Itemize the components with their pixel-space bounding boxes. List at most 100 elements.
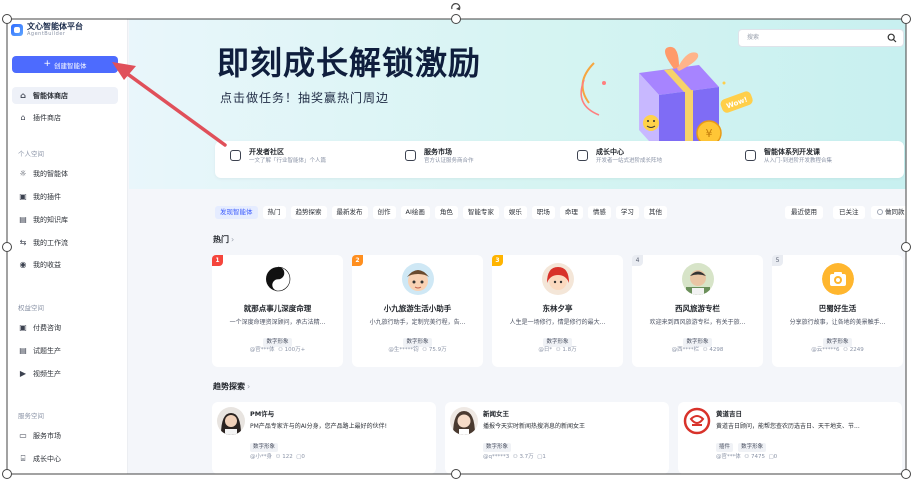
resize-handle[interactable] [2,14,12,24]
create-agent-button[interactable]: + 创建智能体 [12,56,118,73]
woman-avatar [217,407,245,435]
filter-creation[interactable]: 创作 [372,206,396,219]
filter-trend[interactable]: 趋势探索 [290,206,327,219]
hot-card[interactable]: 2 小九旅游生活小助手 小九旅行助手，定制完美行程，告... 数字形象 @生**… [352,255,483,367]
agent-desc: PM产品专家许与的AI分身，您产品路上最好的伙伴! [250,423,388,430]
income-icon: ◉ [19,259,27,269]
filter-hot[interactable]: 热门 [262,206,286,219]
filter-discover[interactable]: 发现智能体 [215,206,258,219]
agent-author: @官***体 [249,347,275,353]
feature-desc: 从入门-到进阶开发教程合集 [764,158,832,164]
sidebar-item-my-agents[interactable]: ☼ 我的智能体 [12,165,118,182]
agent-author: @日* [538,347,553,353]
filter-ai-painting[interactable]: AI绘画 [400,206,430,219]
section-trend-title[interactable]: 趋势探索 › [213,381,250,392]
resize-handle[interactable] [901,14,911,24]
sidebar-item-my-income[interactable]: ◉ 我的收益 [12,256,118,273]
resize-handle[interactable] [901,469,911,479]
logo-icon [11,23,23,36]
filter-role[interactable]: 角色 [434,206,458,219]
promo-banner[interactable]: 即刻成长解锁激励 点击做任务！抽奖赢热门周边 ¥ Wow! 搜索 开发者社区 一… [129,19,906,189]
main-content: 即刻成长解锁激励 点击做任务！抽奖赢热门周边 ¥ Wow! 搜索 开发者社区 一… [129,19,906,474]
sort-followed[interactable]: 已关注 [833,206,865,219]
boy-avatar [401,263,434,295]
sidebar-item-service-market[interactable]: ▭ 服务市场 [12,427,118,444]
filter-expert[interactable]: 智能专家 [462,206,499,219]
agent-desc: 播报今天实时新闻热搜消息的新闻女王 [483,423,586,430]
filter-fortune[interactable]: 命理 [559,206,583,219]
sidebar-item-growth-center[interactable]: ⌸ 成长中心 [12,450,118,467]
section-title-service: 服务空间 [18,412,44,420]
sidebar-item-label: 服务市场 [33,431,61,440]
user-icon: ⚇ [422,347,428,353]
feature-developer-community[interactable]: 开发者社区 一文了解「行业智能体」个人篇 [230,148,326,166]
logo[interactable]: 文心智能体平台 AgentBuilder [11,22,83,37]
feature-growth-center[interactable]: 成长中心 开发者一站式进阶成长阵地 [577,148,662,166]
only-same-toggle[interactable]: 做同款 [871,206,906,219]
sidebar-item-label: 智能体商店 [33,91,68,100]
resize-handle[interactable] [451,14,461,24]
filter-workplace[interactable]: 职场 [531,206,555,219]
agent-author: @云*****6 [811,347,840,353]
filter-latest[interactable]: 最新发布 [331,206,368,219]
filter-emotion[interactable]: 情感 [587,206,611,219]
hot-card[interactable]: 4 西风旅游专栏 欢迎来到西风旅游专栏，有关于旅... 数字形象 @西****栏… [632,255,763,367]
hot-card[interactable]: 1 就那点事儿深度命理 一个深度命理资深顾问，承古法精... 数字形象 @官**… [212,255,343,367]
store-icon: ⌂ [20,90,26,100]
sidebar-item-label: 我的收益 [33,260,61,269]
user-icon: ⚇ [275,454,281,460]
yinyang-avatar [261,263,294,295]
service-icon [405,150,416,161]
agent-tag: 数字形象 [250,443,279,452]
rank-badge: 4 [632,255,643,266]
sidebar-item-plugin-store[interactable]: ⌂ 插件商店 [12,109,118,126]
section-hot-label: 热门 [213,235,229,244]
agent-users: 2249 [849,347,864,353]
agent-users: 75.9万 [428,347,447,353]
sidebar-item-my-workflow[interactable]: ⇆ 我的工作流 [12,234,118,251]
resize-handle[interactable] [451,469,461,479]
agent-meta: @官***体 ⚇ 7475 ▢0 [716,452,777,460]
feature-title: 开发者社区 [249,148,284,156]
sort-recent[interactable]: 最近使用 [785,206,823,219]
knowledge-icon: ▤ [19,214,27,224]
sidebar-item-my-knowledge[interactable]: ▤ 我的知识库 [12,211,118,228]
feature-dev-course[interactable]: 智能体系列开发课 从入门-到进阶开发教程合集 [745,148,832,166]
hot-card[interactable]: 3 东林夕亭 人生是一场修行，情是修行的最大... 数字形象 @日* ⚇ 1.8… [492,255,623,367]
filter-study[interactable]: 学习 [615,206,639,219]
trend-card[interactable]: PM许与 PM产品专家许与的AI分身，您产品路上最好的伙伴! 数字形象 @小**… [212,402,436,474]
trend-card[interactable]: 黄道吉日 黄道吉日顾问，能帮您查农历选吉日、天干地支、节... 插件 数字形象 … [678,402,902,474]
rank-badge: 2 [352,255,363,266]
search-input[interactable]: 搜索 [738,29,904,47]
course-icon [745,150,756,161]
agent-tag: 数字形象 [738,443,767,452]
sidebar-item-video-production[interactable]: ▶ 视频生产 [12,365,118,382]
chevron-right-icon: › [247,382,251,391]
user-icon: ⚇ [744,454,750,460]
sidebar-item-agent-store[interactable]: ⌂ 智能体商店 [12,87,118,104]
rotate-handle-icon[interactable] [449,0,463,14]
search-icon[interactable] [887,33,897,43]
hot-card[interactable]: 5 巴蜀好生活 分享旅行故事，让各地的美景触手... 数字形象 @云*****6… [772,255,903,367]
feature-service-market[interactable]: 服务市场 官方认证服务商合作 [405,148,474,166]
girl-avatar [450,407,478,435]
resize-handle[interactable] [2,242,12,252]
category-filters: 发现智能体 热门 趋势探索 最新发布 创作 AI绘画 角色 智能专家 娱乐 职场… [215,206,672,219]
sidebar-item-exam-production[interactable]: ▤ 试题生产 [12,342,118,359]
section-hot-title[interactable]: 热门 › [213,234,234,245]
resize-handle[interactable] [901,242,911,252]
filter-other[interactable]: 其他 [643,206,667,219]
sidebar-item-my-plugins[interactable]: ▣ 我的插件 [12,188,118,205]
agent-desc: 人生是一场修行，情是修行的最大... [509,319,606,326]
agent-author: @西****栏 [671,347,700,353]
resize-handle[interactable] [2,469,12,479]
agent-meta: @q*****3 ⚇ 3.7万 ▢1 [483,452,546,460]
agent-users: 1.8万 [562,347,577,353]
agent-name: 就那点事儿深度命理 [243,304,312,313]
app-window: 文心智能体平台 AgentBuilder + 创建智能体 ⌂ 智能体商店 ⌂ 插… [7,19,906,474]
sidebar-item-paid-consult[interactable]: ▣ 付费咨询 [12,319,118,336]
agent-desc: 小九旅行助手，定制完美行程，告... [369,319,466,326]
filter-entertainment[interactable]: 娱乐 [503,206,527,219]
trend-card[interactable]: 新闻女王 播报今天实时新闻热搜消息的新闻女王 数字形象 @q*****3 ⚇ 3… [445,402,669,474]
exam-icon: ▤ [19,345,27,355]
